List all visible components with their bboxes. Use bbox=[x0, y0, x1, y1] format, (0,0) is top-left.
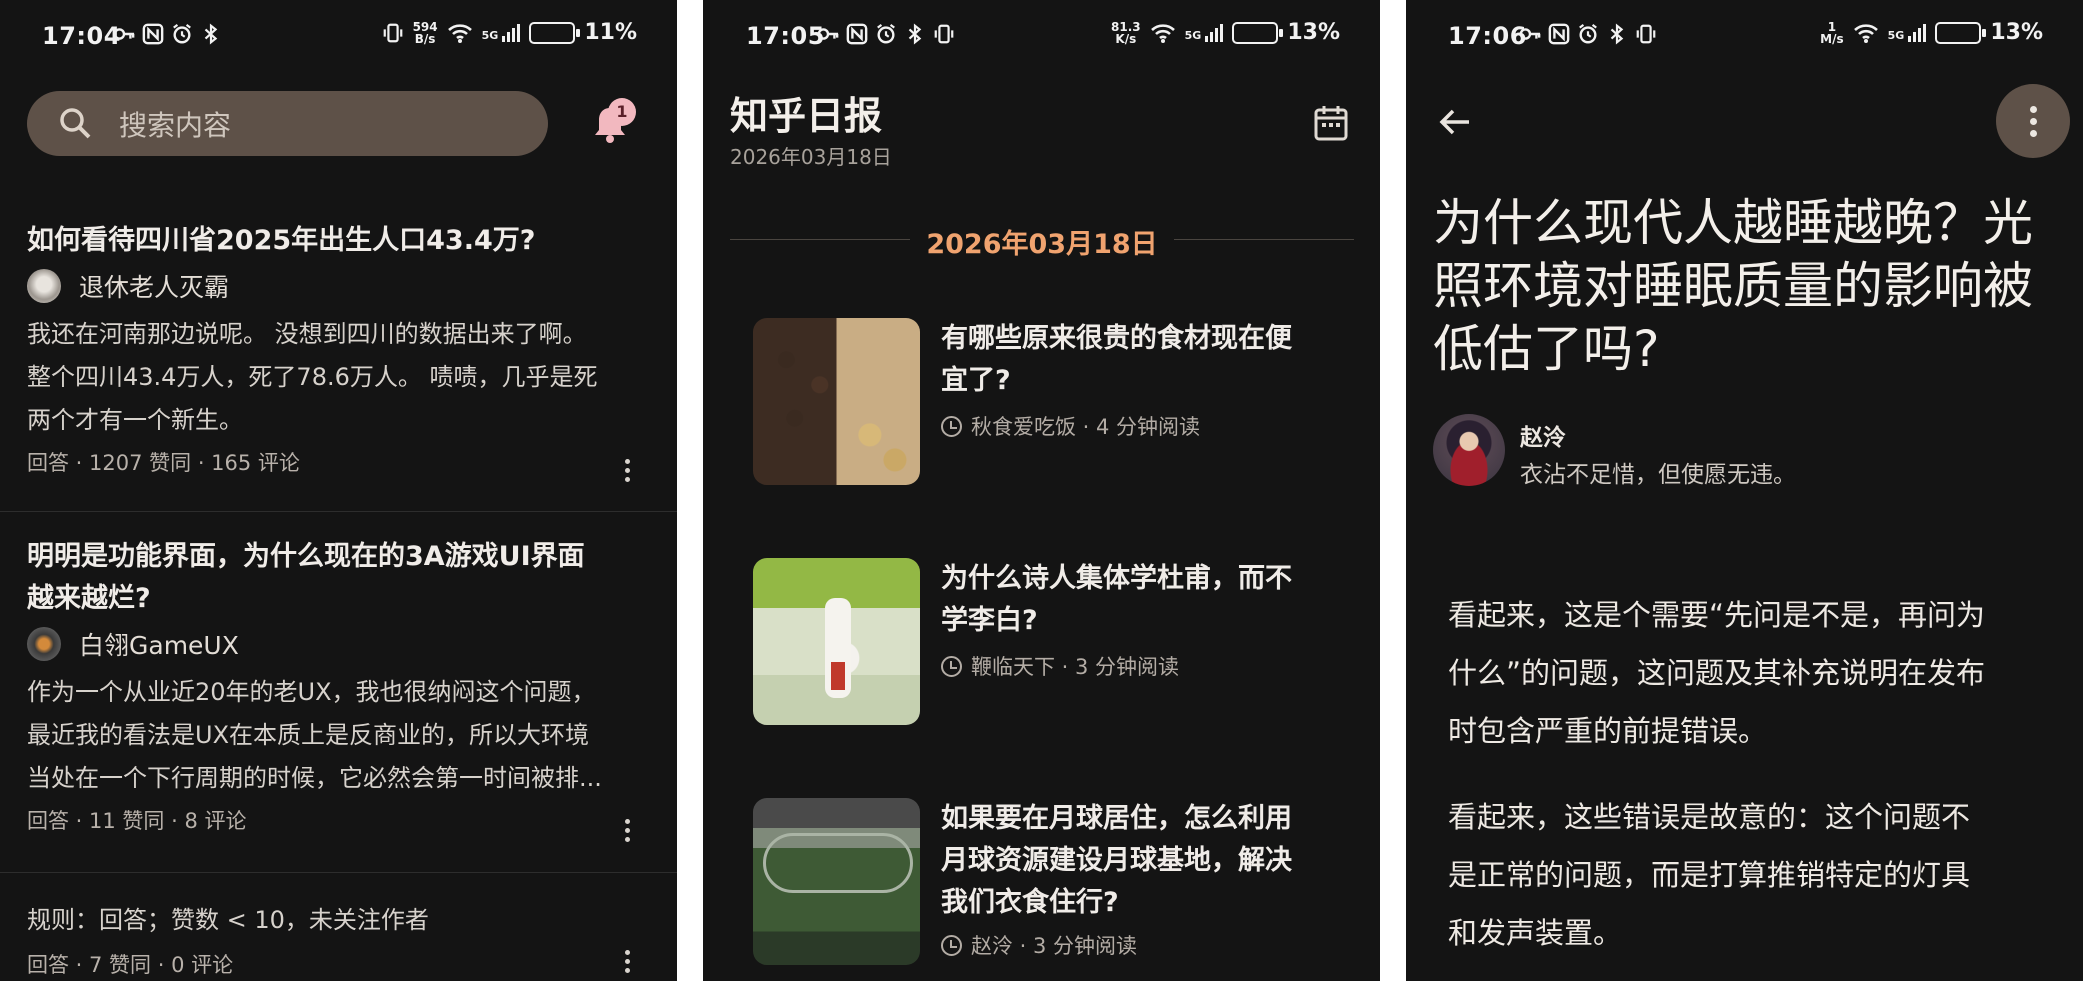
clock-icon bbox=[941, 655, 962, 677]
more-options-icon[interactable] bbox=[625, 819, 631, 843]
status-left-icons bbox=[817, 23, 955, 45]
network-speed: 1 M/s bbox=[1820, 19, 1844, 46]
more-options-icon[interactable] bbox=[625, 950, 631, 974]
divider bbox=[0, 511, 677, 512]
wifi-icon bbox=[1150, 23, 1175, 43]
alarm-icon bbox=[173, 23, 191, 44]
article-paragraph: 看起来，这些错误是故意的：这个问题不 是正常的问题，而是打算推销特定的灯具 和发… bbox=[1448, 800, 1971, 950]
battery-percent: 13% bbox=[1287, 20, 1340, 45]
battery-percent: 11% bbox=[584, 20, 637, 45]
cellular-signal-icon: 5G bbox=[1888, 23, 1927, 42]
status-left-icons bbox=[113, 23, 222, 45]
key-icon bbox=[1519, 28, 1541, 40]
alarm-icon bbox=[877, 23, 895, 44]
key-icon bbox=[817, 28, 839, 40]
author-bio: 衣沾不足惜，但使愿无违。 bbox=[1520, 462, 1796, 488]
answer-excerpt: 我还在河南那边说呢。 没想到四川的数据出来了啊。 整个四川43.4万人，死了78… bbox=[27, 320, 598, 434]
status-bar: 17:06 1 M/s 5G 13% bbox=[1406, 0, 2083, 72]
status-time: 17:05 bbox=[746, 22, 825, 50]
status-time: 17:04 bbox=[42, 22, 121, 50]
battery-icon bbox=[1935, 21, 1987, 44]
wifi-icon bbox=[447, 23, 472, 43]
avatar bbox=[27, 269, 61, 303]
more-options-button[interactable] bbox=[1996, 84, 2070, 158]
avatar[interactable] bbox=[1433, 414, 1505, 486]
story-thumbnail-poet bbox=[753, 558, 920, 725]
question-title[interactable]: 如何看待四川省2025年出生人口43.4万? bbox=[27, 220, 647, 262]
status-right: 1 M/s 5G 13% bbox=[1820, 20, 2043, 45]
cellular-signal-icon: 5G bbox=[482, 23, 521, 42]
avatar bbox=[27, 627, 61, 661]
nfc-icon bbox=[142, 23, 164, 45]
story-meta: 秋食爱吃饭 · 4 分钟阅读 bbox=[941, 411, 1200, 441]
story-card[interactable]: 如果要在月球居住，怎么利用 月球资源建设月球基地，解决 我们衣食住行? 赵泠 ·… bbox=[753, 798, 1333, 978]
nfc-icon bbox=[1548, 23, 1570, 45]
story-title: 如果要在月球居住，怎么利用 月球资源建设月球基地，解决 我们衣食住行? bbox=[941, 803, 1292, 918]
clock-icon bbox=[941, 415, 962, 437]
battery-percent: 13% bbox=[1990, 20, 2043, 45]
filter-rule-text: 规则：回答；赞数 < 10，未关注作者 bbox=[27, 906, 429, 934]
network-speed: 594 B/s bbox=[412, 19, 438, 46]
list-item[interactable]: 如何看待四川省2025年出生人口43.4万? 退休老人灭霸 我还在河南那边说呢。… bbox=[27, 220, 647, 477]
status-time: 17:06 bbox=[1448, 22, 1527, 50]
clock-icon bbox=[941, 934, 962, 956]
vibrate-icon bbox=[934, 24, 954, 44]
bluetooth-icon bbox=[908, 23, 922, 45]
battery-icon bbox=[1232, 21, 1284, 44]
phone-screen-search-feed: 17:04 594 B/s 5G 11% 搜索内容 1 如何看待四川省2025年出… bbox=[0, 0, 677, 981]
author-name[interactable]: 赵泠 bbox=[1520, 418, 1566, 452]
story-title: 有哪些原来很贵的食材现在便 宜了? bbox=[941, 323, 1292, 396]
author-name: 退休老人灭霸 bbox=[79, 273, 230, 302]
phone-screen-daily: 17:05 81.3 K/s 5G 13% 知乎日报 2026年03月18日 20… bbox=[703, 0, 1380, 981]
article-title: 为什么现代人越睡越晚？光 照环境对睡眠质量的影响被 低估了吗? bbox=[1433, 194, 2033, 378]
nfc-icon bbox=[846, 23, 868, 45]
story-meta: 赵泠 · 3 分钟阅读 bbox=[941, 930, 1137, 960]
article-paragraph: 看起来，这是个需要“先问是不是，再问为 什么”的问题，这问题及其补充说明在发布 … bbox=[1448, 598, 1986, 748]
story-card[interactable]: 为什么诗人集体学杜甫，而不 学李白? 鞭临天下 · 3 分钟阅读 bbox=[753, 558, 1333, 728]
search-icon bbox=[60, 107, 91, 138]
status-right: 81.3 K/s 5G 13% bbox=[1111, 20, 1340, 45]
list-item[interactable]: 明明是功能界面，为什么现在的3A游戏UI界面 越来越烂? 白翎GameUX 作为… bbox=[27, 536, 647, 835]
calendar-icon[interactable] bbox=[1314, 105, 1348, 141]
wifi-icon bbox=[1853, 23, 1878, 43]
status-bar: 17:04 594 B/s 5G 11% bbox=[0, 0, 677, 72]
answer-meta: 回答 · 11 赞同 · 8 评论 bbox=[27, 809, 247, 833]
story-card[interactable]: 有哪些原来很贵的食材现在便 宜了? 秋食爱吃饭 · 4 分钟阅读 bbox=[753, 318, 1333, 488]
page-title: 知乎日报 bbox=[730, 94, 883, 138]
battery-icon bbox=[529, 21, 581, 44]
more-options-icon[interactable] bbox=[625, 459, 631, 483]
list-item[interactable]: 规则：回答；赞数 < 10，未关注作者 回答 · 7 赞同 · 0 评论 bbox=[27, 900, 647, 979]
search-input[interactable]: 搜索内容 bbox=[27, 91, 548, 156]
key-icon bbox=[113, 28, 135, 40]
section-date-label: 2026年03月18日 bbox=[926, 229, 1158, 260]
cellular-signal-icon: 5G bbox=[1185, 23, 1224, 42]
answer-excerpt: 作为一个从业近20年的老UX，我也很纳闷这个问题， 最近我的看法是UX在本质上是… bbox=[27, 678, 602, 792]
answer-meta: 回答 · 1207 赞同 · 165 评论 bbox=[27, 451, 300, 475]
status-right: 594 B/s 5G 11% bbox=[382, 20, 637, 45]
vibrate-icon bbox=[383, 23, 402, 42]
date-section-header: 2026年03月18日 bbox=[730, 222, 1354, 260]
story-meta: 鞭临天下 · 3 分钟阅读 bbox=[941, 651, 1179, 681]
vibrate-icon bbox=[1636, 24, 1656, 44]
story-title: 为什么诗人集体学杜甫，而不 学李白? bbox=[941, 563, 1292, 636]
phone-screen-article: 17:06 1 M/s 5G 13% 为什么现代人越睡越晚？光 照环境对睡眠质量的… bbox=[1406, 0, 2083, 981]
back-arrow-icon[interactable] bbox=[1438, 105, 1472, 139]
author-row[interactable]: 白翎GameUX bbox=[27, 626, 647, 662]
author-name: 白翎GameUX bbox=[79, 631, 239, 660]
author-row[interactable]: 退休老人灭霸 bbox=[27, 268, 647, 304]
answer-meta: 回答 · 7 赞同 · 0 评论 bbox=[27, 953, 234, 977]
divider bbox=[0, 872, 677, 873]
story-thumbnail-moonbase bbox=[753, 798, 920, 965]
network-speed: 81.3 K/s bbox=[1111, 19, 1141, 46]
bluetooth-icon bbox=[204, 23, 218, 45]
search-placeholder: 搜索内容 bbox=[119, 108, 232, 142]
status-bar: 17:05 81.3 K/s 5G 13% bbox=[703, 0, 1380, 72]
notification-badge: 1 bbox=[608, 98, 636, 126]
question-title[interactable]: 明明是功能界面，为什么现在的3A游戏UI界面 越来越烂? bbox=[27, 536, 647, 620]
bluetooth-icon bbox=[1610, 23, 1624, 45]
story-thumbnail-spices bbox=[753, 318, 920, 485]
alarm-icon bbox=[1579, 23, 1597, 44]
page-subtitle-date: 2026年03月18日 bbox=[730, 145, 892, 169]
status-left-icons bbox=[1519, 23, 1657, 45]
